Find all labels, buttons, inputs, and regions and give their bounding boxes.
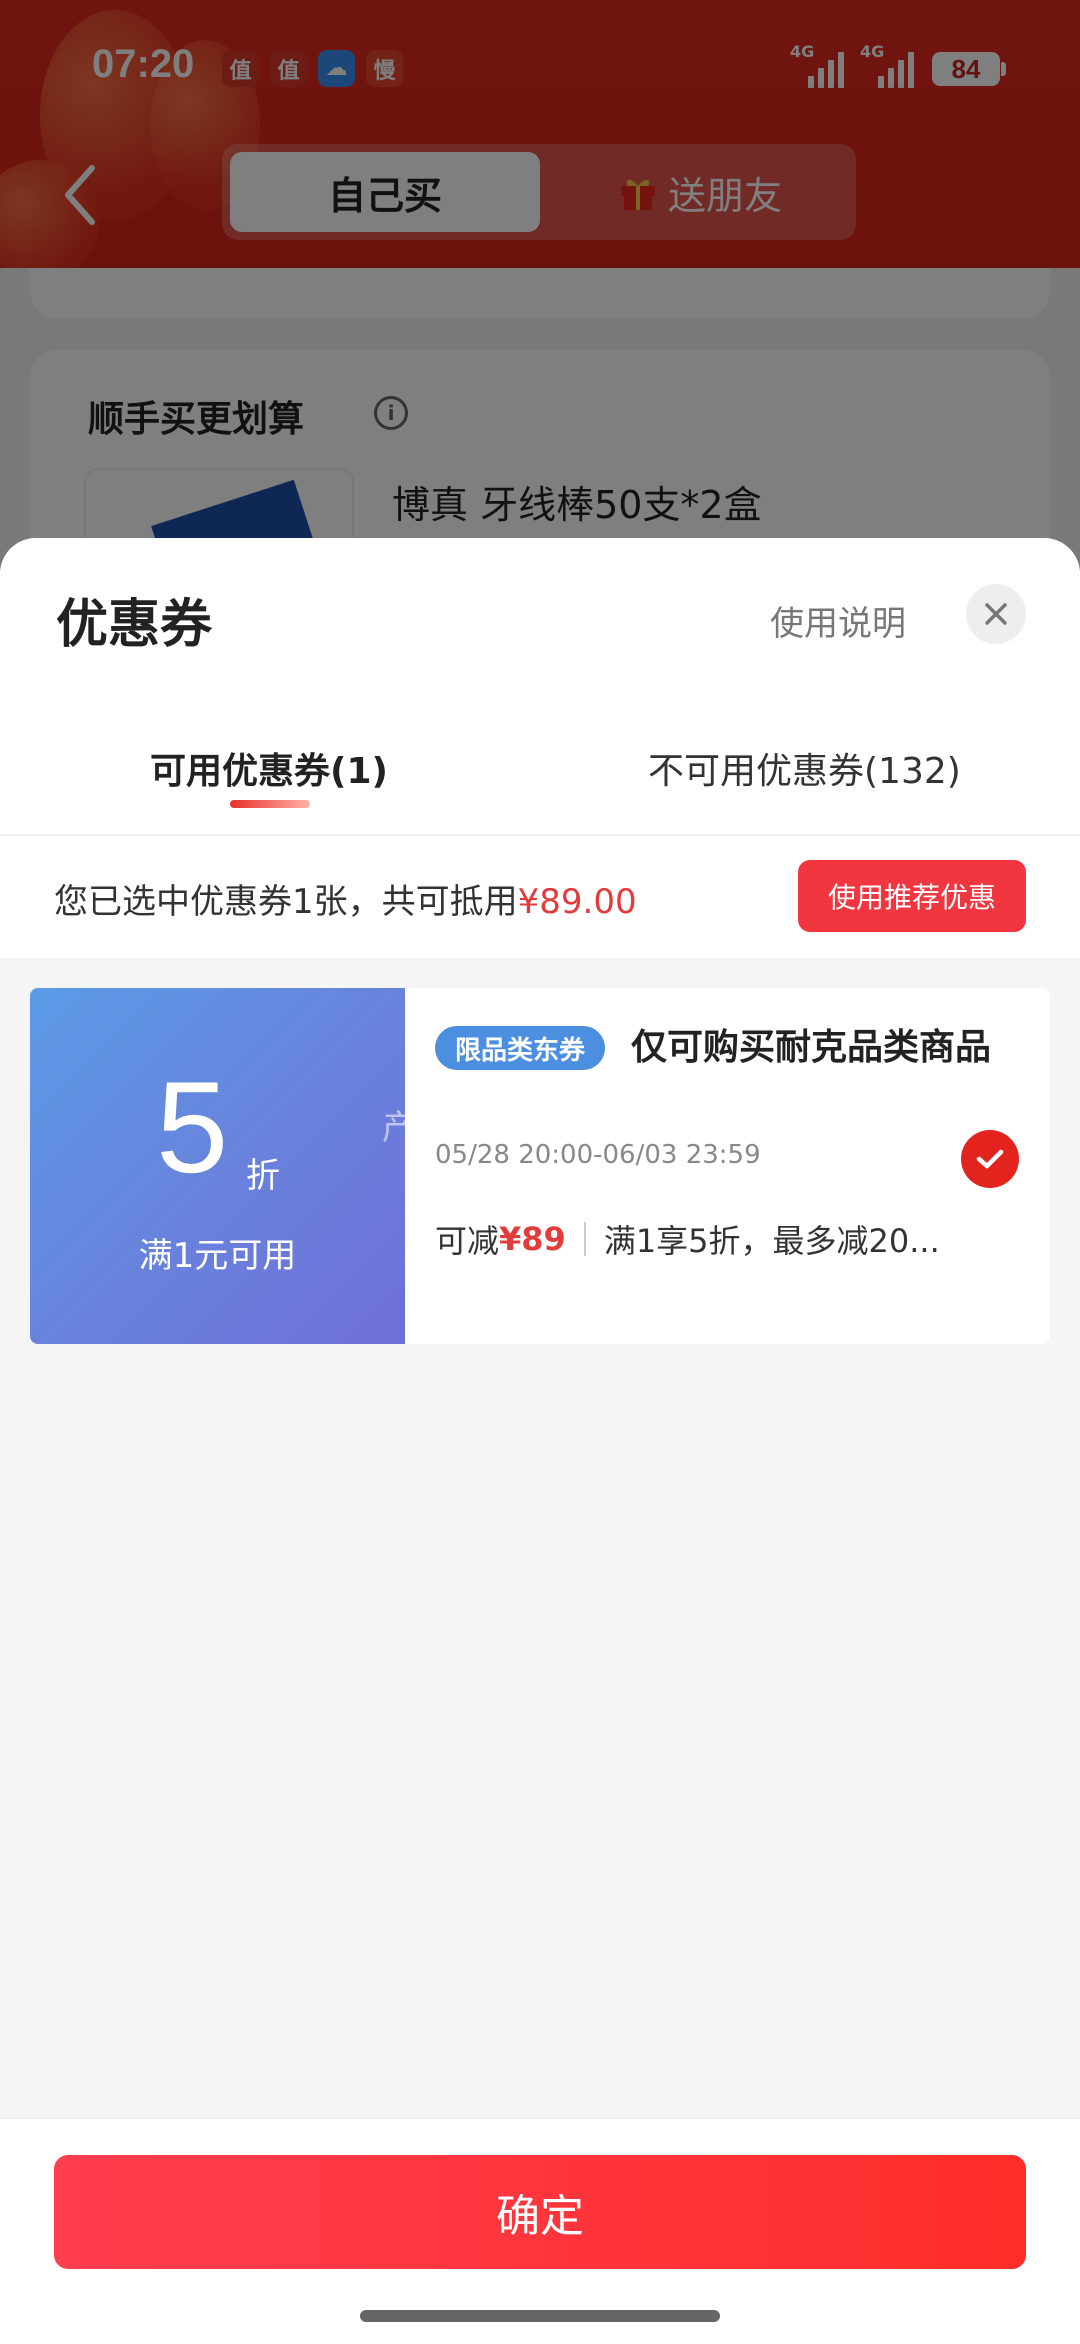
- tab-unavailable-coupons[interactable]: 不可用优惠券(132): [648, 742, 961, 794]
- coupon-scallop-edge: [30, 988, 37, 1344]
- confirm-button[interactable]: 确定: [54, 2155, 1026, 2269]
- coupon-card[interactable]: 5 折 满1元可用 产品性能优势 限品类东券 仅可购买耐克品类商品 05/28 …: [30, 988, 1050, 1344]
- active-tab-indicator: [230, 800, 310, 808]
- coupon-discount-unit: 折: [246, 1156, 280, 1196]
- coupon-threshold: 满1元可用: [138, 1236, 297, 1276]
- tab-available-coupons[interactable]: 可用优惠券(1): [150, 742, 388, 794]
- close-icon: [985, 603, 1007, 625]
- coupon-sheet: 优惠券 使用说明 可用优惠券(1) 不可用优惠券(132) 您已选中优惠券1张，…: [0, 538, 1080, 2344]
- usage-instructions-link[interactable]: 使用说明: [770, 596, 906, 645]
- coupon-details: 限品类东券 仅可购买耐克品类商品 05/28 20:00-06/03 23:59…: [405, 988, 1050, 1344]
- coupon-name: 仅可购买耐克品类商品: [631, 1027, 992, 1068]
- separator: [583, 1222, 586, 1256]
- sheet-header: 优惠券 使用说明 可用优惠券(1) 不可用优惠券(132): [0, 538, 1080, 836]
- coupon-discount: 5: [156, 1054, 229, 1200]
- close-button[interactable]: [966, 584, 1026, 644]
- use-recommended-button[interactable]: 使用推荐优惠: [798, 860, 1026, 932]
- selected-check-icon[interactable]: [961, 1130, 1019, 1188]
- selection-summary-bar: 您已选中优惠券1张，共可抵用¥89.00 使用推荐优惠: [0, 836, 1080, 958]
- sheet-title: 优惠券: [56, 595, 213, 655]
- coupon-deduct-amount: ¥89: [499, 1220, 566, 1258]
- coupon-rule: 满1享5折，最多减20...: [603, 1222, 940, 1260]
- coupon-description: 可减 ¥89 满1享5折，最多减20...: [435, 1216, 940, 1262]
- watermark-text: 产品性能优势: [382, 1108, 586, 1148]
- selection-summary: 您已选中优惠券1张，共可抵用¥89.00: [54, 882, 637, 922]
- selection-amount: ¥89.00: [517, 882, 637, 922]
- home-indicator[interactable]: [360, 2310, 720, 2322]
- coupon-value-panel: 5 折 满1元可用: [30, 988, 405, 1344]
